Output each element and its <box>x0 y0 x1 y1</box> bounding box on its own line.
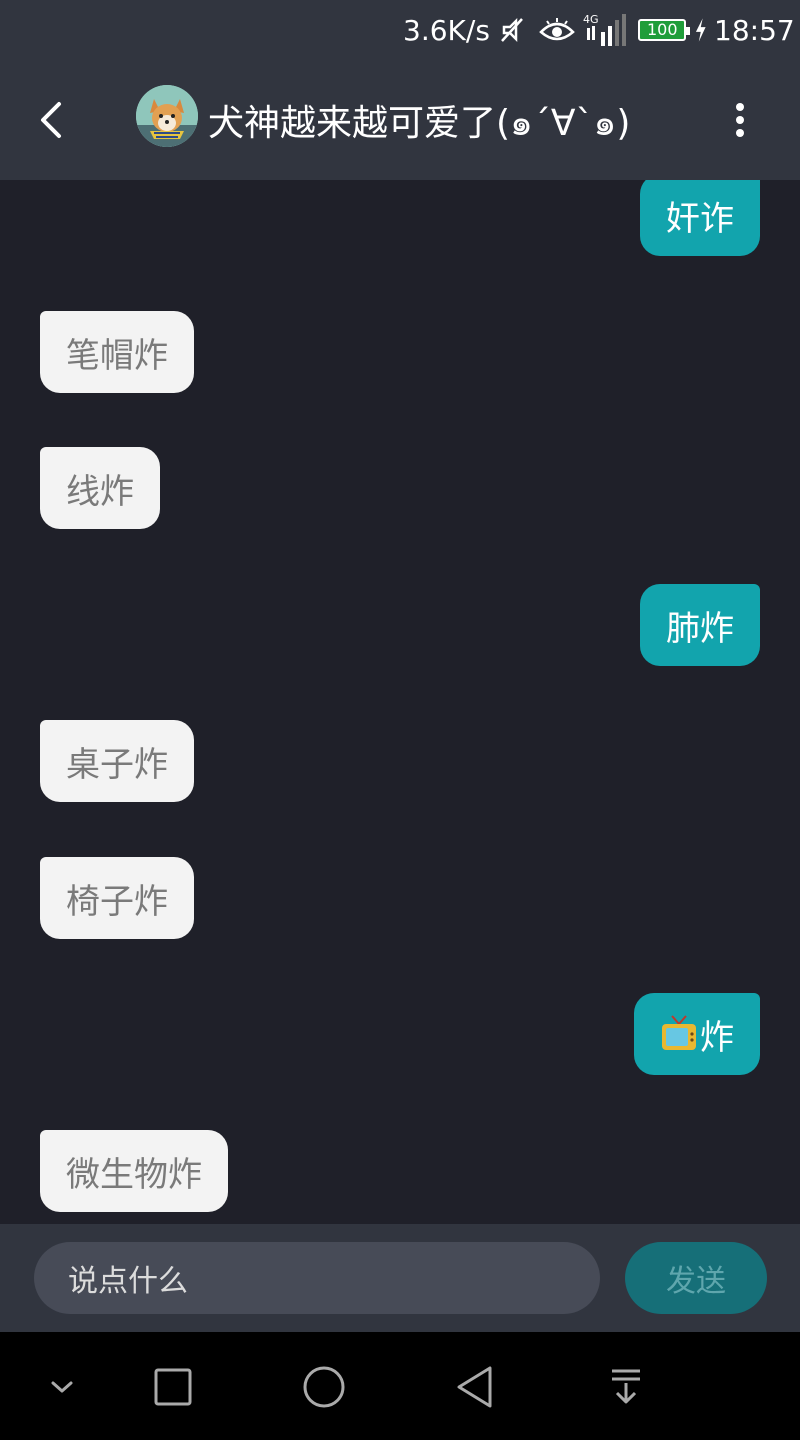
battery-level: 100 <box>646 20 678 39</box>
send-button-label: 发送 <box>666 1264 726 1299</box>
battery-icon: 100 <box>638 19 691 41</box>
status-bar: 3.6K/s 4G 100 18:57 <box>0 0 800 60</box>
message-text: 椅子炸 <box>66 881 168 922</box>
chevron-left-icon <box>41 102 61 138</box>
message-bubble-incoming[interactable]: 微生物炸 <box>40 1130 228 1212</box>
message-text: 肺炸 <box>666 608 734 649</box>
charging-icon <box>696 18 707 42</box>
message-text: 炸 <box>700 1017 734 1058</box>
mute-icon <box>498 0 528 60</box>
message-bubble-incoming[interactable]: 椅子炸 <box>40 857 194 939</box>
back-nav-button[interactable] <box>440 1352 510 1422</box>
notification-pull-down-button[interactable] <box>591 1352 661 1422</box>
message-bubble-outgoing[interactable]: 炸 <box>634 993 760 1075</box>
message-bubble-incoming[interactable]: 笔帽炸 <box>40 311 194 393</box>
message-bubble-outgoing[interactable]: 奸诈 <box>640 180 760 256</box>
clock: 18:57 <box>714 13 795 47</box>
composer-bar: 说点什么 发送 <box>0 1224 800 1332</box>
notification-pull-down-icon <box>612 1369 640 1404</box>
message-list[interactable]: 奸诈 笔帽炸 线炸 肺炸 桌子炸 椅子炸 炸 微生物炸 <box>0 180 800 1224</box>
more-vertical-icon <box>736 103 744 137</box>
network-type-label: 4G <box>583 13 599 26</box>
chat-header: 犬神越来越可爱了(๑´∀`๑) <box>0 60 800 180</box>
signal-icon: 4G <box>583 0 627 60</box>
hide-nav-button[interactable] <box>27 1352 97 1422</box>
message-bubble-incoming[interactable]: 线炸 <box>40 447 160 529</box>
more-options-button[interactable] <box>720 90 760 150</box>
message-input[interactable]: 说点什么 <box>34 1242 600 1314</box>
home-circle-icon <box>303 1366 345 1408</box>
system-nav-bar <box>0 1332 800 1440</box>
recents-square-icon <box>154 1368 192 1406</box>
message-input-placeholder: 说点什么 <box>68 1264 188 1299</box>
message-bubble-incoming[interactable]: 桌子炸 <box>40 720 194 802</box>
avatar[interactable] <box>136 85 198 147</box>
send-button[interactable]: 发送 <box>625 1242 767 1314</box>
eye-icon <box>539 0 577 60</box>
recents-button[interactable] <box>138 1352 208 1422</box>
message-text: 奸诈 <box>666 198 734 239</box>
network-speed: 3.6K/s <box>403 13 490 47</box>
chevron-down-icon <box>51 1381 73 1393</box>
message-text: 笔帽炸 <box>66 335 168 376</box>
message-bubble-outgoing[interactable]: 肺炸 <box>640 584 760 666</box>
back-button[interactable] <box>20 90 80 150</box>
chat-title: 犬神越来越可爱了(๑´∀`๑) <box>208 103 631 144</box>
message-text: 桌子炸 <box>66 744 168 785</box>
back-triangle-icon <box>457 1366 492 1408</box>
message-text: 微生物炸 <box>66 1154 202 1195</box>
battery-indicator: 100 <box>638 0 708 60</box>
shiba-avatar <box>136 85 198 147</box>
message-text: 线炸 <box>66 471 134 512</box>
home-button[interactable] <box>289 1352 359 1422</box>
tv-icon <box>662 1015 696 1050</box>
